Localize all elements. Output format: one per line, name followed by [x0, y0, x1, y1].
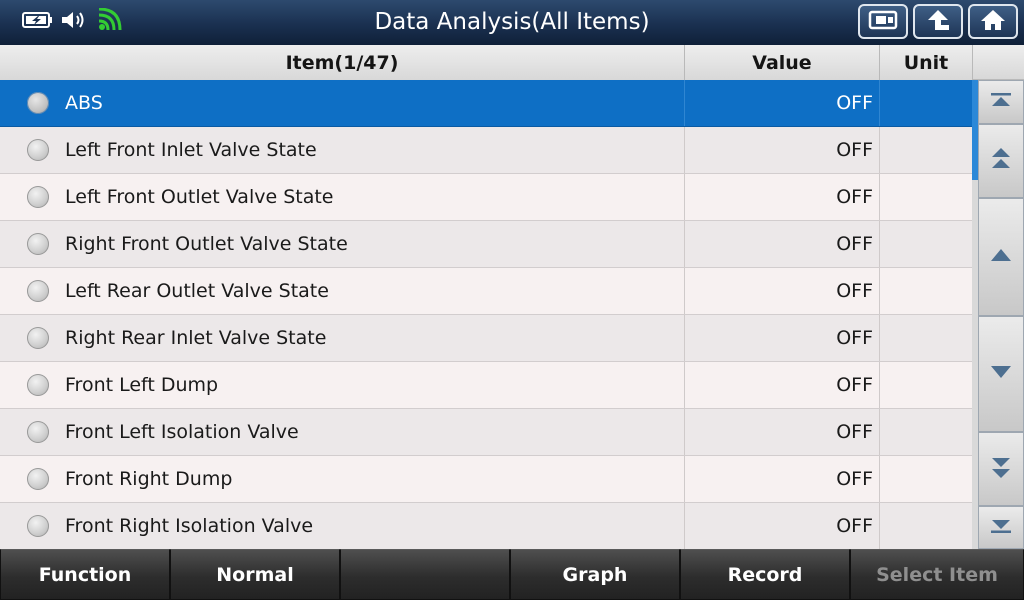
item-unit [880, 503, 972, 549]
item-unit [880, 315, 972, 361]
item-unit [880, 127, 972, 173]
item-unit [880, 221, 972, 267]
column-header-unit: Unit [903, 52, 949, 74]
table-row[interactable]: Front Right Isolation Valve OFF [0, 503, 972, 550]
item-unit [880, 80, 972, 126]
back-up-arrow-icon [924, 8, 952, 36]
item-value: OFF [685, 315, 880, 361]
item-value: OFF [685, 268, 880, 314]
function-button[interactable]: Function [0, 549, 170, 600]
title-bar: Data Analysis(All Items) [0, 0, 1024, 46]
item-name: Right Front Outlet Valve State [65, 233, 348, 255]
speaker-icon[interactable] [60, 9, 88, 35]
item-unit [880, 174, 972, 220]
radio-button[interactable] [27, 468, 49, 490]
table-row[interactable]: Right Front Outlet Valve State OFF [0, 221, 972, 268]
table-row[interactable]: ABS OFF [0, 80, 972, 127]
select-item-button[interactable]: Select Item [850, 549, 1024, 600]
item-name: Left Front Inlet Valve State [65, 139, 317, 161]
data-table: Item(1/47) Value Unit ABS OFF Left Front… [0, 45, 972, 550]
scroll-down-icon [989, 364, 1013, 384]
table-row[interactable]: Front Left Isolation Valve OFF [0, 409, 972, 456]
item-unit [880, 362, 972, 408]
home-icon [979, 8, 1007, 36]
item-name: Front Right Isolation Valve [65, 515, 314, 537]
scroll-bottom-icon [989, 517, 1013, 539]
back-button[interactable] [913, 4, 963, 39]
scroll-up-icon [989, 247, 1013, 267]
screenshot-button[interactable] [858, 4, 908, 39]
page-up-icon [989, 146, 1013, 176]
radio-button[interactable] [27, 327, 49, 349]
table-row[interactable]: Left Front Inlet Valve State OFF [0, 127, 972, 174]
item-name: Left Front Outlet Valve State [65, 186, 334, 208]
radio-button[interactable] [27, 139, 49, 161]
header-corner [972, 45, 1024, 80]
bottom-toolbar: Function Normal Graph Record Select Item [0, 549, 1024, 600]
item-name: Front Right Dump [65, 468, 233, 490]
app-window: Data Analysis(All Items) Item(1/47) Valu… [0, 0, 1024, 600]
screenshot-icon [868, 9, 898, 35]
normal-button[interactable]: Normal [170, 549, 340, 600]
record-button[interactable]: Record [680, 549, 850, 600]
radio-button[interactable] [27, 515, 49, 537]
table-header: Item(1/47) Value Unit [0, 45, 972, 81]
item-name: Front Left Dump [65, 374, 219, 396]
radio-button[interactable] [27, 186, 49, 208]
scroll-top-button[interactable] [978, 80, 1024, 124]
item-value: OFF [685, 409, 880, 455]
item-value: OFF [685, 127, 880, 173]
item-unit [880, 268, 972, 314]
scroll-up-button[interactable] [978, 198, 1024, 316]
item-value: OFF [685, 362, 880, 408]
item-unit [880, 456, 972, 502]
wifi-icon[interactable] [94, 7, 122, 36]
item-value: OFF [685, 174, 880, 220]
column-header-item: Item(1/47) [0, 45, 685, 80]
item-value: OFF [685, 80, 880, 126]
radio-button[interactable] [27, 233, 49, 255]
radio-button[interactable] [27, 92, 49, 114]
table-body: ABS OFF Left Front Inlet Valve State OFF… [0, 80, 972, 550]
table-row[interactable]: Left Rear Outlet Valve State OFF [0, 268, 972, 315]
home-button[interactable] [968, 4, 1018, 39]
item-value: OFF [685, 456, 880, 502]
graph-button[interactable]: Graph [510, 549, 680, 600]
item-value: OFF [685, 503, 880, 549]
table-row[interactable]: Left Front Outlet Valve State OFF [0, 174, 972, 221]
radio-button[interactable] [27, 374, 49, 396]
battery-charging-icon [22, 11, 54, 33]
item-value: OFF [685, 221, 880, 267]
page-up-button[interactable] [978, 124, 1024, 198]
radio-button[interactable] [27, 421, 49, 443]
scroll-top-icon [989, 91, 1013, 113]
scroll-controls [978, 80, 1024, 549]
scroll-down-button[interactable] [978, 316, 1024, 432]
table-row[interactable]: Right Rear Inlet Valve State OFF [0, 315, 972, 362]
item-name: Front Left Isolation Valve [65, 421, 299, 443]
blank-button[interactable] [340, 549, 510, 600]
item-name: ABS [65, 92, 103, 114]
table-row[interactable]: Front Left Dump OFF [0, 362, 972, 409]
item-name: Right Rear Inlet Valve State [65, 327, 327, 349]
item-unit [880, 409, 972, 455]
scroll-bottom-button[interactable] [978, 506, 1024, 549]
radio-button[interactable] [27, 280, 49, 302]
page-down-icon [989, 454, 1013, 484]
column-header-value: Value [685, 45, 880, 80]
table-row[interactable]: Front Right Dump OFF [0, 456, 972, 503]
page-down-button[interactable] [978, 432, 1024, 506]
item-name: Left Rear Outlet Valve State [65, 280, 329, 302]
status-icons [22, 7, 122, 37]
